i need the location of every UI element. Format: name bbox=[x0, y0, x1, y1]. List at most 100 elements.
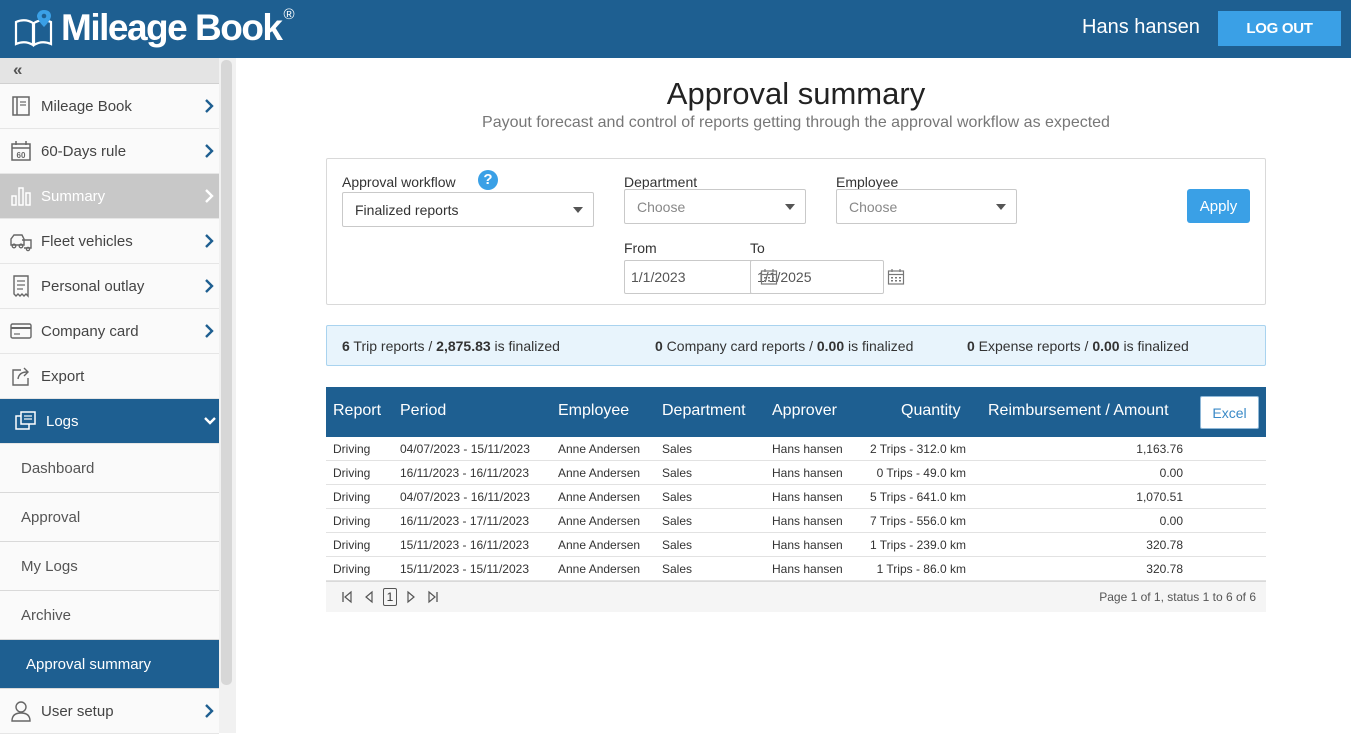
pager-info: Page 1 of 1, status 1 to 6 of 6 bbox=[1099, 590, 1256, 604]
department-select[interactable]: Choose bbox=[624, 189, 806, 224]
column-header-amount[interactable]: Reimbursement / Amount bbox=[988, 402, 1169, 420]
trip-text: Trip reports / bbox=[349, 338, 437, 354]
caret-down-icon bbox=[785, 204, 795, 210]
sidebar-subitem-dashboard[interactable]: Dashboard bbox=[0, 444, 219, 493]
cell-quantity: 5 Trips - 641.0 km bbox=[869, 490, 966, 504]
card-text: Company card reports / bbox=[662, 338, 817, 354]
sidebar-item-label: Company card bbox=[41, 322, 139, 340]
logout-button[interactable]: LOG OUT bbox=[1218, 11, 1341, 46]
sidebar-scrollbar-thumb[interactable] bbox=[221, 60, 232, 685]
sidebar-subitem-label: Archive bbox=[21, 606, 72, 624]
card-amount: 0.00 bbox=[816, 338, 845, 354]
table-header: Report Period Employee Department Approv… bbox=[326, 387, 1266, 437]
cell-department: Sales bbox=[662, 538, 693, 552]
help-icon[interactable]: ? bbox=[478, 170, 498, 190]
calendar-60-icon: 60 bbox=[11, 141, 31, 161]
cell-report: Driving bbox=[333, 442, 371, 456]
sidebar-subitem-archive[interactable]: Archive bbox=[0, 591, 219, 640]
user-icon bbox=[11, 701, 31, 722]
book-pin-logo-icon bbox=[14, 10, 53, 47]
expense-amount: 0.00 bbox=[1092, 338, 1120, 354]
expense-text: Expense reports / bbox=[974, 338, 1093, 354]
sidebar-item-label: Personal outlay bbox=[41, 277, 145, 295]
first-page-icon[interactable] bbox=[341, 590, 353, 604]
cell-period: 04/07/2023 - 15/11/2023 bbox=[400, 442, 530, 456]
chevron-right-icon bbox=[205, 234, 214, 248]
caret-down-icon bbox=[996, 204, 1006, 210]
column-header-approver[interactable]: Approver bbox=[772, 402, 837, 420]
expense-summary: 0 Expense reports / 0.00 is finalized bbox=[967, 338, 1189, 354]
column-header-employee[interactable]: Employee bbox=[558, 402, 629, 420]
last-page-icon[interactable] bbox=[427, 590, 439, 604]
card-count: 0 bbox=[655, 338, 663, 354]
table-row[interactable]: Driving 04/07/2023 - 16/11/2023 Anne And… bbox=[326, 485, 1266, 509]
column-header-department[interactable]: Department bbox=[662, 402, 746, 420]
apply-button[interactable]: Apply bbox=[1187, 189, 1250, 223]
from-label: From bbox=[624, 240, 657, 256]
table-row[interactable]: Driving 16/11/2023 - 17/11/2023 Anne And… bbox=[326, 509, 1266, 533]
table-row[interactable]: Driving 16/11/2023 - 16/11/2023 Anne And… bbox=[326, 461, 1266, 485]
previous-page-icon[interactable] bbox=[363, 590, 375, 604]
table-row[interactable]: Driving 04/07/2023 - 15/11/2023 Anne And… bbox=[326, 437, 1266, 461]
cell-report: Driving bbox=[333, 466, 371, 480]
column-header-quantity[interactable]: Quantity bbox=[901, 402, 961, 420]
table-row[interactable]: Driving 15/11/2023 - 15/11/2023 Anne And… bbox=[326, 557, 1266, 581]
svg-text:60: 60 bbox=[17, 151, 26, 160]
sidebar-item-mileage-book[interactable]: Mileage Book bbox=[0, 84, 219, 129]
sidebar-subitem-label: Dashboard bbox=[21, 459, 95, 477]
employee-select[interactable]: Choose bbox=[836, 189, 1017, 224]
column-header-period[interactable]: Period bbox=[400, 402, 446, 420]
sidebar-item-summary[interactable]: Summary bbox=[0, 174, 219, 219]
cell-approver: Hans hansen bbox=[772, 442, 843, 456]
excel-export-button[interactable]: Excel bbox=[1200, 396, 1259, 429]
trip-amount: 2,875.83 bbox=[436, 338, 491, 354]
cell-employee: Anne Andersen bbox=[558, 538, 641, 552]
employee-select-value: Choose bbox=[849, 198, 898, 215]
sidebar-item-logs[interactable]: Logs bbox=[0, 399, 219, 444]
cell-amount: 1,163.76 bbox=[1136, 442, 1183, 456]
sidebar-item-export[interactable]: Export bbox=[0, 354, 219, 399]
cell-approver: Hans hansen bbox=[772, 490, 843, 504]
collapse-sidebar-button[interactable]: « bbox=[0, 58, 219, 84]
sidebar-item-60-days-rule[interactable]: 60 60-Days rule bbox=[0, 129, 219, 174]
table-row[interactable]: Driving 15/11/2023 - 16/11/2023 Anne And… bbox=[326, 533, 1266, 557]
sidebar-subitem-my-logs[interactable]: My Logs bbox=[0, 542, 219, 591]
trip-summary: 6 Trip reports / 2,875.83 is finalized bbox=[342, 338, 560, 354]
registered-mark: ® bbox=[283, 5, 295, 23]
export-icon bbox=[12, 367, 29, 386]
receipt-icon bbox=[13, 275, 29, 298]
from-date-value: 1/1/2023 bbox=[631, 269, 686, 285]
sidebar-item-label: Export bbox=[41, 367, 85, 385]
sidebar-item-label: 60-Days rule bbox=[41, 142, 127, 160]
trip-suffix: is finalized bbox=[490, 338, 560, 354]
cell-department: Sales bbox=[662, 514, 693, 528]
workflow-select[interactable]: Finalized reports bbox=[342, 192, 594, 227]
to-calendar-icon[interactable] bbox=[887, 268, 905, 286]
card-suffix: is finalized bbox=[844, 338, 914, 354]
cell-report: Driving bbox=[333, 514, 371, 528]
logo[interactable]: Mileage Book ® bbox=[13, 6, 295, 50]
sidebar-subitem-approval-summary[interactable]: Approval summary bbox=[0, 640, 219, 689]
cell-amount: 1,070.51 bbox=[1136, 490, 1183, 504]
cell-department: Sales bbox=[662, 466, 693, 480]
next-page-icon[interactable] bbox=[405, 590, 417, 604]
logo-text: Mileage Book bbox=[61, 7, 283, 48]
cell-period: 16/11/2023 - 16/11/2023 bbox=[400, 466, 529, 480]
vehicles-icon bbox=[10, 234, 32, 252]
column-header-report[interactable]: Report bbox=[333, 402, 381, 420]
sidebar-item-personal-outlay[interactable]: Personal outlay bbox=[0, 264, 219, 309]
cell-department: Sales bbox=[662, 442, 693, 456]
cell-department: Sales bbox=[662, 490, 693, 504]
caret-down-icon bbox=[573, 207, 583, 213]
sidebar-item-company-card[interactable]: Company card bbox=[0, 309, 219, 354]
cell-approver: Hans hansen bbox=[772, 562, 843, 576]
from-calendar-icon[interactable] bbox=[760, 268, 778, 286]
department-label: Department bbox=[624, 174, 698, 190]
sidebar-subitem-approval[interactable]: Approval bbox=[0, 493, 219, 542]
cell-quantity: 0 Trips - 49.0 km bbox=[876, 466, 966, 480]
cell-approver: Hans hansen bbox=[772, 514, 843, 528]
sidebar-item-user-setup[interactable]: User setup bbox=[0, 689, 219, 734]
sidebar-item-fleet-vehicles[interactable]: Fleet vehicles bbox=[0, 219, 219, 264]
current-page-number[interactable]: 1 bbox=[383, 588, 397, 606]
cell-employee: Anne Andersen bbox=[558, 442, 641, 456]
